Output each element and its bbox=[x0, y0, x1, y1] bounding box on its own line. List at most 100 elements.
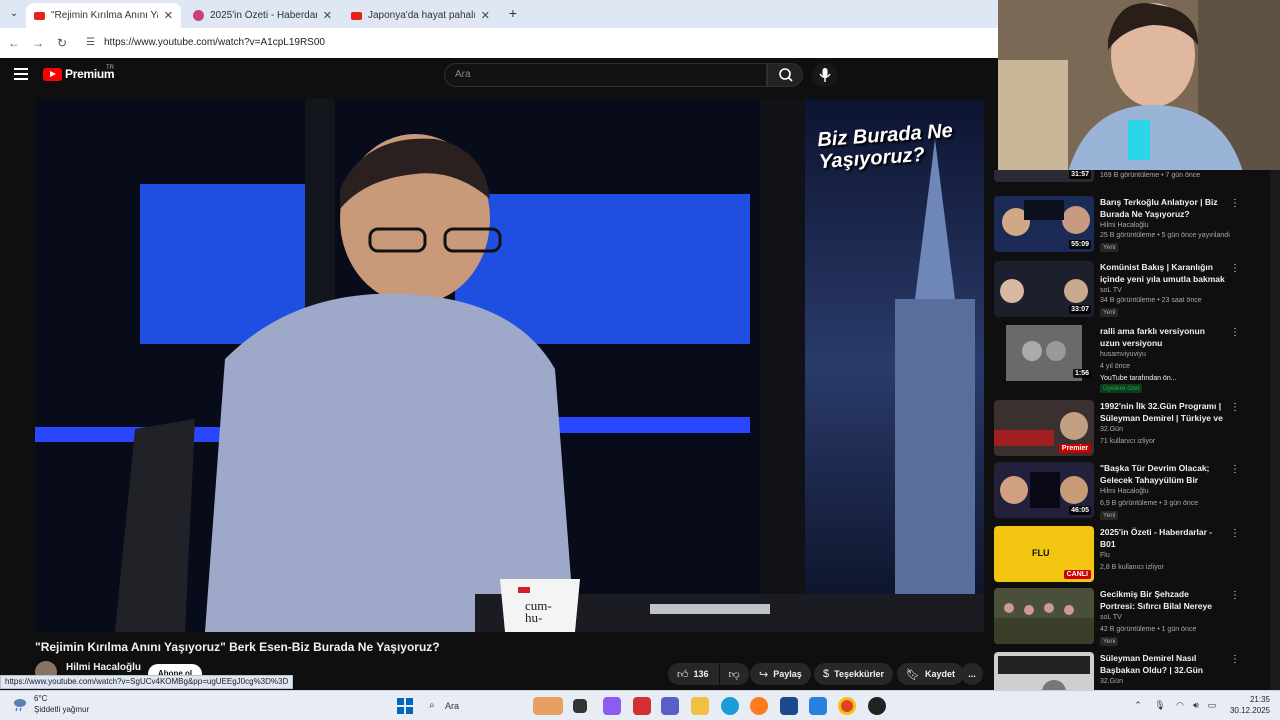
channel-name[interactable]: soL TV bbox=[1100, 613, 1122, 623]
video-thumbnail[interactable]: 46:05 bbox=[994, 462, 1094, 518]
more-vert-icon[interactable]: ⋮ bbox=[1230, 528, 1240, 539]
list-item[interactable]: 33:07 Komünist Bakış | Karanlığın içinde… bbox=[994, 261, 1244, 321]
list-item[interactable]: 31:57 169 B görüntüleme • 7 gün önce bbox=[994, 170, 1244, 186]
voice-search-button[interactable] bbox=[812, 63, 838, 87]
channel-name[interactable]: soL TV bbox=[1100, 286, 1122, 296]
taskbar-clock[interactable]: 21:35 30.12.2025 bbox=[1218, 694, 1270, 716]
close-tab-icon[interactable]: ✕ bbox=[164, 9, 173, 22]
video-thumbnail[interactable]: 55:09 bbox=[994, 196, 1094, 252]
share-button[interactable]: ↪ Paylaş bbox=[750, 663, 811, 685]
video-title[interactable]: 2025'in Özeti - Haberdarlar - B01 bbox=[1100, 526, 1225, 550]
sidebar-scrollbar[interactable] bbox=[1270, 170, 1280, 690]
list-item[interactable]: Premier 1992'nin İlk 32.Gün Programı | S… bbox=[994, 400, 1244, 460]
channel-name[interactable]: Hilmi Hacaloğlu bbox=[66, 662, 141, 673]
channel-name[interactable]: Hilmi Hacaloğlu bbox=[1100, 487, 1149, 497]
like-button[interactable]: 👍︎ 136 bbox=[668, 663, 719, 685]
close-tab-icon[interactable]: ✕ bbox=[323, 9, 332, 22]
site-favicon-icon bbox=[193, 10, 204, 21]
acrobat-icon[interactable] bbox=[633, 697, 651, 715]
video-thumbnail[interactable]: 1:56 bbox=[994, 325, 1094, 381]
dislike-button[interactable]: 👎︎ bbox=[719, 663, 749, 685]
list-item[interactable]: Süleyman Demirel Nasıl Başbakan Oldu? | … bbox=[994, 652, 1244, 690]
video-title[interactable]: ralli ama farklı versiyonun uzun versiyo… bbox=[1100, 325, 1225, 349]
widgets-food-icon[interactable] bbox=[533, 697, 563, 715]
channel-name[interactable]: Hilmi Hacaloğlu bbox=[1100, 221, 1149, 231]
taskbar-search[interactable]: ⌕ Ara bbox=[427, 697, 527, 715]
store-icon[interactable] bbox=[780, 697, 798, 715]
firefox-icon[interactable] bbox=[750, 697, 768, 715]
video-thumbnail[interactable]: FLU CANLI bbox=[994, 526, 1094, 582]
channel-name[interactable]: 32.Gün bbox=[1100, 677, 1123, 687]
video-title[interactable]: Süleyman Demirel Nasıl Başbakan Oldu? | … bbox=[1100, 652, 1225, 676]
browser-tab-1[interactable]: "Rejimin Kırılma Anını Yaşıyoru… ✕ bbox=[26, 3, 181, 28]
file-explorer-icon[interactable] bbox=[691, 697, 709, 715]
obs-icon[interactable] bbox=[868, 697, 886, 715]
menu-icon[interactable] bbox=[14, 68, 28, 80]
forward-arrow-icon[interactable]: → bbox=[30, 35, 46, 51]
site-info-icon[interactable]: ☰ bbox=[86, 37, 98, 49]
video-title[interactable]: Gecikmiş Bir Şehzade Portresi: Sıfırcı B… bbox=[1100, 588, 1225, 612]
close-tab-icon[interactable]: ✕ bbox=[481, 9, 490, 22]
duration-badge: 1:56 bbox=[1072, 369, 1091, 378]
duration-badge: 46:05 bbox=[1069, 506, 1091, 515]
thanks-button[interactable]: $ Teşekkürler bbox=[814, 663, 893, 685]
edge-icon[interactable] bbox=[721, 697, 739, 715]
video-title[interactable]: Komünist Bakış | Karanlığın içinde yeni … bbox=[1100, 261, 1225, 285]
youtube-logo[interactable]: Premium TR bbox=[43, 65, 115, 81]
channel-name[interactable]: husamviyuviyu bbox=[1100, 350, 1146, 360]
search-button[interactable] bbox=[767, 63, 803, 87]
more-actions-button[interactable]: ... bbox=[961, 663, 983, 685]
copilot-icon[interactable] bbox=[603, 697, 621, 715]
url-text: https://www.youtube.com/watch?v=A1cpL19R… bbox=[104, 37, 325, 48]
address-bar[interactable]: ☰ https://www.youtube.com/watch?v=A1cpL1… bbox=[80, 32, 990, 54]
video-thumbnail[interactable]: 31:57 bbox=[994, 170, 1094, 182]
video-thumbnail[interactable] bbox=[994, 588, 1094, 644]
microphone-tray-icon[interactable]: 🎙︎ bbox=[1154, 699, 1166, 711]
screen: ⌄ "Rejimin Kırılma Anını Yaşıyoru… ✕ 202… bbox=[0, 0, 1280, 720]
browser-tab-3[interactable]: Japonya'da hayat pahalı mı? - Y… ✕ bbox=[343, 3, 498, 28]
weather-temperature[interactable]: 6°C bbox=[34, 694, 47, 703]
browser-tab-2[interactable]: 2025'in Özeti - Haberdarlar - B… ✕ bbox=[185, 3, 340, 28]
rain-cloud-icon[interactable] bbox=[12, 696, 28, 712]
channel-name[interactable]: 32.Gün bbox=[1100, 425, 1123, 435]
list-item[interactable]: Gecikmiş Bir Şehzade Portresi: Sıfırcı B… bbox=[994, 588, 1244, 648]
video-thumbnail[interactable]: 33:07 bbox=[994, 261, 1094, 317]
channel-name[interactable]: Flu bbox=[1100, 551, 1110, 561]
status-badge: Yeni bbox=[1100, 511, 1119, 520]
list-item[interactable]: 1:56 ralli ama farklı versiyonun uzun ve… bbox=[994, 325, 1244, 393]
list-item[interactable]: 55:09 Barış Terkoğlu Anlatıyor | Biz Bur… bbox=[994, 196, 1244, 256]
tray-chevron-icon[interactable]: ⌃ bbox=[1132, 699, 1144, 711]
back-arrow-icon[interactable]: ← bbox=[6, 35, 22, 51]
video-title[interactable]: 1992'nin İlk 32.Gün Programı | Süleyman … bbox=[1100, 400, 1225, 424]
more-vert-icon[interactable]: ⋮ bbox=[1230, 402, 1240, 413]
windows-start-icon[interactable] bbox=[397, 698, 413, 714]
more-vert-icon[interactable]: ⋮ bbox=[1230, 590, 1240, 601]
volume-icon[interactable]: 🔊︎ bbox=[1190, 699, 1202, 711]
new-tab-button[interactable]: + bbox=[505, 5, 521, 21]
more-vert-icon[interactable]: ⋮ bbox=[1230, 654, 1240, 665]
search-input[interactable]: Ara bbox=[444, 63, 767, 87]
video-player[interactable]: Biz Burada Ne Yaşıyoruz? bbox=[35, 99, 984, 632]
more-vert-icon[interactable]: ⋮ bbox=[1230, 327, 1240, 338]
battery-icon[interactable]: ▭ bbox=[1206, 699, 1218, 711]
task-view-icon[interactable] bbox=[573, 699, 587, 713]
more-vert-icon[interactable]: ⋮ bbox=[1230, 198, 1240, 209]
list-item[interactable]: 46:05 "Başka Tür Devrim Olacak; Gelecek … bbox=[994, 462, 1244, 522]
more-vert-icon[interactable]: ⋮ bbox=[1230, 464, 1240, 475]
mail-icon[interactable] bbox=[809, 697, 827, 715]
video-extra-info: YouTube tarafından ön... bbox=[1100, 375, 1177, 382]
chrome-icon[interactable] bbox=[838, 697, 856, 715]
wifi-icon[interactable]: ◠ bbox=[1174, 699, 1186, 711]
tab-list-chevron-icon[interactable]: ⌄ bbox=[6, 6, 22, 22]
list-item[interactable]: FLU CANLI 2025'in Özeti - Haberdarlar - … bbox=[994, 526, 1244, 586]
video-title[interactable]: "Başka Tür Devrim Olacak; Gelecek Tahayy… bbox=[1100, 462, 1225, 486]
save-button[interactable]: 🔖︎ Kaydet bbox=[897, 663, 964, 685]
weather-description[interactable]: Şiddetli yağmur bbox=[34, 705, 89, 714]
status-badge: Yeni bbox=[1100, 637, 1119, 646]
more-vert-icon[interactable]: ⋮ bbox=[1230, 263, 1240, 274]
reload-icon[interactable]: ↻ bbox=[54, 35, 70, 51]
video-title[interactable]: Barış Terkoğlu Anlatıyor | Biz Burada Ne… bbox=[1100, 196, 1225, 220]
video-thumbnail[interactable] bbox=[994, 652, 1094, 690]
teams-icon[interactable] bbox=[661, 697, 679, 715]
video-thumbnail[interactable]: Premier bbox=[994, 400, 1094, 456]
